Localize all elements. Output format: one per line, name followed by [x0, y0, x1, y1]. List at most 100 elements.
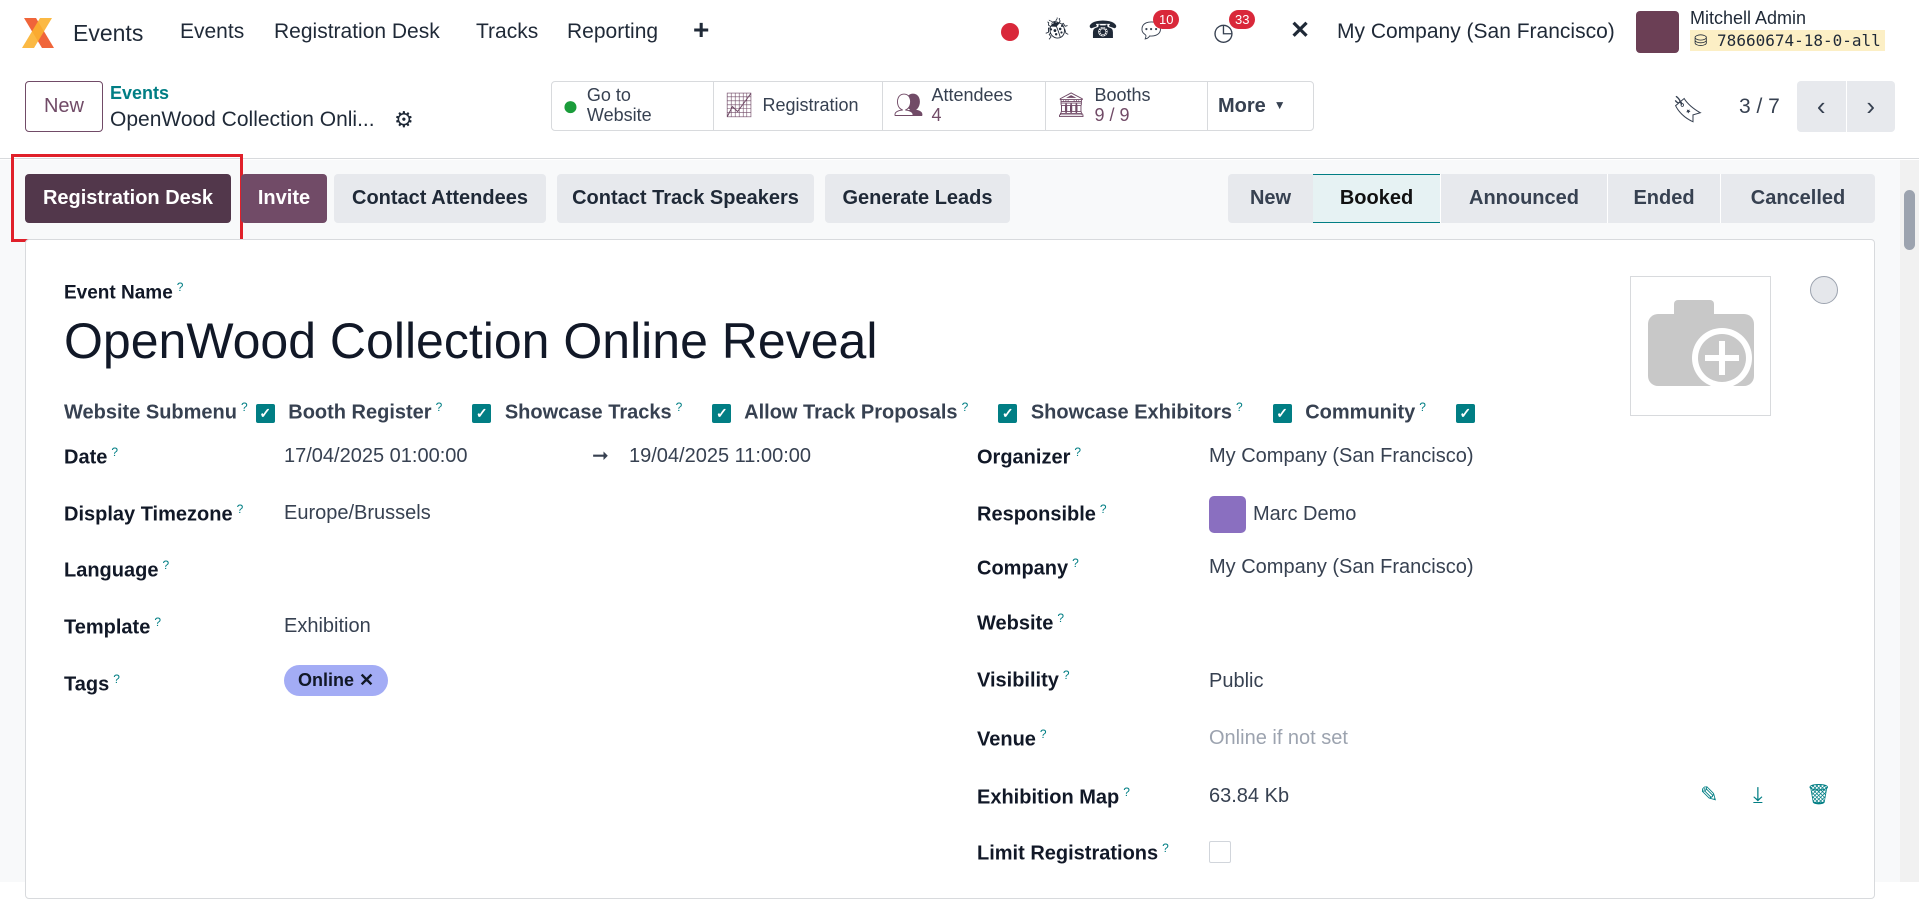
community-checkbox[interactable]: ✓ [1455, 403, 1475, 423]
stage-ended[interactable]: Ended [1607, 174, 1720, 223]
date-start[interactable]: 17/04/2025 01:00:00 [284, 445, 468, 468]
visibility-field[interactable]: Public [1209, 670, 1263, 693]
next-button[interactable]: › [1847, 81, 1896, 132]
contact-attendees-button[interactable]: Contact Attendees [334, 174, 546, 223]
booths-count: 9 / 9 [1094, 105, 1130, 125]
exhibition-map-size: 63.84 Kb [1209, 785, 1290, 807]
registration-button[interactable]: 📈︎ Registration [714, 82, 883, 130]
event-name-field[interactable]: OpenWood Collection Online Reveal [64, 312, 877, 370]
limit-registrations-checkbox[interactable] [1209, 841, 1231, 863]
scrollbar-thumb[interactable] [1904, 190, 1915, 250]
booth-register-label: Booth Register [288, 401, 432, 424]
go-to-label: Go to [586, 85, 631, 106]
globe-icon: ● [562, 89, 579, 121]
website-label: Website? [977, 611, 1065, 635]
record-icon[interactable] [1001, 23, 1019, 41]
company-label: Company? [977, 556, 1079, 580]
responsible-field[interactable]: Marc Demo [1253, 503, 1356, 526]
timezone-label: Display Timezone? [64, 502, 244, 526]
smart-buttons: ● Go to Website 📈︎ Registration 👥︎ Attendees… [551, 81, 1314, 131]
previous-button[interactable]: ‹ [1797, 81, 1847, 132]
edit-pencil-icon[interactable]: ✎ [1700, 782, 1718, 808]
booths-label: Booths [1094, 85, 1151, 106]
bug-icon[interactable]: 🐞︎ [1043, 16, 1071, 42]
organizer-field[interactable]: My Company (San Francisco) [1209, 445, 1474, 468]
template-field[interactable]: Exhibition [284, 615, 371, 638]
event-image-upload[interactable] [1630, 276, 1771, 416]
stage-booked[interactable]: Booked [1313, 174, 1440, 223]
generate-leads-button[interactable]: Generate Leads [825, 174, 1010, 223]
control-panel: New Events OpenWood Collection Onli... ⚙… [0, 67, 1919, 159]
showcase-tracks-checkbox[interactable]: ✓ [712, 403, 732, 423]
trash-icon[interactable]: 🗑︎ [1806, 782, 1831, 807]
menu-reporting[interactable]: Reporting [567, 20, 658, 44]
highlight-box [11, 154, 243, 242]
menu-registration-desk[interactable]: Registration Desk [274, 20, 440, 44]
menu-tracks[interactable]: Tracks [476, 20, 538, 44]
bookmark-icon[interactable]: 🔖︎ [1672, 94, 1705, 125]
kanban-state-indicator[interactable] [1810, 276, 1838, 304]
website-submenu-checkbox[interactable]: ✓ [255, 403, 275, 423]
language-field[interactable] [284, 558, 884, 582]
scrollbar[interactable] [1900, 160, 1919, 882]
phone-icon[interactable]: ☎ [1088, 16, 1118, 45]
user-avatar[interactable] [1636, 11, 1679, 53]
remove-tag-icon[interactable]: ✕ [359, 670, 374, 690]
showcase-exhibitors-label: Showcase Exhibitors [1030, 401, 1232, 424]
more-button[interactable]: More ▼ [1208, 82, 1313, 130]
website-label: Website [586, 105, 652, 125]
attendees-button[interactable]: 👥︎ Attendees 4 [883, 82, 1046, 130]
community-label: Community [1305, 401, 1416, 424]
pager-value[interactable]: 3 / 7 [1739, 95, 1780, 119]
gear-icon[interactable]: ⚙ [394, 107, 414, 133]
chart-icon: 📈︎ [724, 91, 755, 119]
template-label: Template? [64, 615, 162, 639]
activity-clock-icon[interactable]: ◷ 33 [1213, 10, 1256, 47]
go-to-website-button[interactable]: ● Go to Website [552, 82, 714, 130]
form-view: Registration Desk Invite Contact Attende… [0, 154, 1900, 899]
booths-button[interactable]: 🏛︎ Booths 9 / 9 [1046, 82, 1208, 130]
date-label: Date? [64, 445, 119, 469]
website-field[interactable] [1209, 611, 1709, 635]
event-name-label: Event Name? [64, 280, 183, 304]
stage-new[interactable]: New [1228, 174, 1313, 223]
chat-icon[interactable]: 💬︎ 10 [1137, 10, 1180, 44]
menu-events[interactable]: Events [180, 20, 244, 44]
venue-field[interactable]: Online if not set [1209, 727, 1348, 750]
users-icon: 👥︎ [893, 91, 924, 119]
contact-track-speakers-button[interactable]: Contact Track Speakers [557, 174, 814, 223]
responsible-avatar [1209, 496, 1246, 533]
booth-register-checkbox[interactable]: ✓ [472, 403, 492, 423]
breadcrumb-events[interactable]: Events [110, 83, 169, 104]
invite-button[interactable]: Invite [241, 174, 327, 223]
exhibition-map-label: Exhibition Map? [977, 785, 1130, 809]
download-icon[interactable]: ⤓ [1753, 782, 1763, 808]
events-app-logo-icon[interactable] [20, 16, 56, 50]
tag-online[interactable]: Online ✕ [284, 665, 389, 696]
company-switcher[interactable]: My Company (San Francisco) [1337, 20, 1615, 44]
top-navbar: Events Events Registration Desk Tracks R… [0, 0, 1919, 67]
date-end[interactable]: 19/04/2025 11:00:00 [629, 445, 811, 468]
showcase-exhibitors-checkbox[interactable]: ✓ [1272, 403, 1292, 423]
company-field[interactable]: My Company (San Francisco) [1209, 556, 1474, 579]
bank-icon: 🏛︎ [1056, 91, 1087, 119]
limit-registrations-label: Limit Registrations? [977, 841, 1169, 865]
timezone-field[interactable]: Europe/Brussels [284, 502, 431, 525]
database-badge: ⛁ 78660674-18-0-all [1690, 30, 1885, 51]
stage-announced[interactable]: Announced [1440, 174, 1607, 223]
more-label: More [1218, 95, 1266, 117]
allow-track-proposals-checkbox[interactable]: ✓ [998, 403, 1018, 423]
app-name[interactable]: Events [73, 20, 143, 47]
chat-badge: 10 [1153, 10, 1180, 29]
tools-icon[interactable]: ✕ [1290, 16, 1310, 45]
activity-badge: 33 [1229, 10, 1256, 29]
user-name[interactable]: Mitchell Admin [1690, 8, 1806, 29]
plus-icon[interactable]: + [693, 14, 709, 46]
showcase-tracks-label: Showcase Tracks [504, 401, 672, 424]
attendees-label: Attendees [931, 85, 1013, 106]
new-button[interactable]: New [25, 81, 103, 132]
stage-cancelled[interactable]: Cancelled [1720, 174, 1875, 223]
help-icon[interactable]: ? [177, 280, 184, 294]
tag-label: Online [298, 670, 355, 690]
attendees-count: 4 [931, 105, 942, 125]
